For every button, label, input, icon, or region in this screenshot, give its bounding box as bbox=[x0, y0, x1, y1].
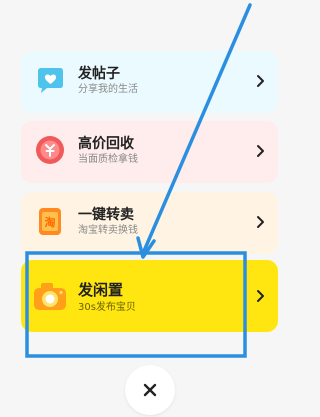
close-icon bbox=[143, 383, 157, 397]
chevron-right-icon bbox=[254, 288, 268, 304]
chevron-right-icon bbox=[254, 143, 268, 159]
menu-item-post[interactable]: 发帖子 分享我的生活 bbox=[21, 51, 278, 113]
close-button[interactable] bbox=[125, 365, 175, 415]
menu-item-subtitle: 淘宝转卖换钱 bbox=[78, 225, 138, 236]
menu-item-title: 一键转卖 bbox=[78, 207, 134, 223]
chevron-right-icon bbox=[254, 214, 268, 230]
menu-item-recycle[interactable]: 高价回收 当面质检拿钱 bbox=[21, 121, 278, 183]
menu-item-subtitle: 30s发布宝贝 bbox=[78, 302, 136, 313]
menu-item-subtitle: 当面质检拿钱 bbox=[78, 154, 138, 165]
recycle-coin-icon bbox=[33, 133, 67, 167]
chevron-right-icon bbox=[254, 73, 268, 89]
menu-item-subtitle: 分享我的生活 bbox=[78, 84, 138, 95]
menu-item-title: 发闲置 bbox=[78, 281, 124, 299]
taobao-bag-icon: 淘 bbox=[33, 204, 67, 238]
menu-item-title: 发帖子 bbox=[78, 66, 120, 82]
heart-chat-icon bbox=[33, 63, 67, 97]
menu-item-resell[interactable]: 淘 一键转卖 淘宝转卖换钱 bbox=[21, 192, 278, 254]
menu-item-title: 高价回收 bbox=[78, 136, 134, 152]
svg-text:淘: 淘 bbox=[45, 215, 56, 229]
menu-item-sell-idle[interactable]: 发闲置 30s发布宝贝 bbox=[21, 260, 278, 332]
camera-icon bbox=[31, 278, 69, 314]
